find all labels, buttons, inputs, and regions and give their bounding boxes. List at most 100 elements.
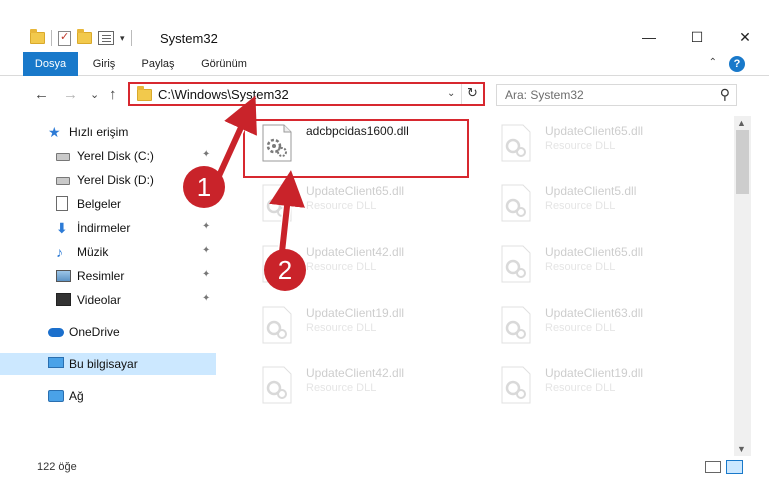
computer-icon	[48, 357, 64, 368]
sidebar-item-label: İndirmeler	[77, 221, 131, 235]
navigation-bar: ← → ⌄ ↑ C:\Windows\System32 ⌄ ↻ Ara: Sys…	[0, 76, 769, 116]
sidebar-item-network[interactable]: Ağ	[0, 385, 216, 407]
sidebar-item-label: Ağ	[69, 389, 84, 403]
sidebar-item-local-disk-c[interactable]: Yerel Disk (C:) ✦	[0, 145, 216, 167]
pin-icon[interactable]: ✦	[202, 293, 210, 304]
sidebar-item-label: Bu bilgisayar	[69, 357, 138, 371]
network-icon	[48, 390, 64, 402]
new-folder-icon[interactable]	[77, 29, 92, 44]
toolbar-separator	[130, 30, 132, 46]
file-type: Resource DLL	[306, 322, 377, 334]
quick-access-toolbar: ▾	[30, 27, 132, 49]
search-input[interactable]: Ara: System32 ⚲	[496, 84, 737, 106]
tab-dosya[interactable]: Dosya	[23, 52, 78, 76]
chevron-down-icon[interactable]: ⌄	[447, 88, 455, 99]
file-item[interactable]: UpdateClient63.dll Resource DLL	[481, 298, 711, 348]
sidebar-item-quick-access[interactable]: ★ Hızlı erişim	[0, 121, 216, 143]
drive-icon	[56, 153, 70, 161]
file-name: UpdateClient19.dll	[545, 366, 644, 380]
folder-icon	[137, 86, 152, 101]
folder-icon	[30, 29, 45, 44]
dll-file-icon	[501, 124, 531, 162]
file-item[interactable]: UpdateClient5.dll Resource DLL	[481, 176, 711, 226]
scrollbar-thumb[interactable]	[736, 130, 749, 194]
file-item[interactable]: UpdateClient42.dll Resource DLL	[242, 358, 472, 408]
help-icon[interactable]: ?	[729, 56, 745, 72]
close-button[interactable]: ✕	[721, 22, 769, 52]
pin-icon[interactable]: ✦	[202, 269, 210, 280]
forward-button[interactable]: →	[63, 86, 78, 103]
navigation-pane: ★ Hızlı erişim Yerel Disk (C:) ✦ Yerel D…	[0, 116, 218, 456]
dll-file-icon	[501, 306, 531, 344]
properties-icon[interactable]	[58, 30, 71, 46]
file-type: Resource DLL	[545, 261, 616, 273]
details-view-icon[interactable]	[705, 461, 721, 473]
sidebar-item-label: Hızlı erişim	[69, 125, 129, 139]
file-name: UpdateClient65.dll	[545, 124, 644, 138]
scroll-down-icon[interactable]: ▼	[737, 444, 746, 454]
file-type: Resource DLL	[545, 322, 616, 334]
sidebar-item-label: Müzik	[77, 245, 109, 259]
sidebar-item-label: Yerel Disk (C:)	[77, 149, 154, 163]
title-bar: ▾ System32 — ☐ ✕	[0, 0, 769, 52]
sidebar-item-videos[interactable]: Videolar ✦	[0, 289, 216, 311]
recent-locations-button[interactable]: ⌄	[90, 88, 99, 101]
customize-toolbar-icon[interactable]: ▾	[120, 33, 125, 44]
address-separator	[461, 84, 462, 104]
pin-icon[interactable]: ✦	[202, 221, 210, 232]
search-icon[interactable]: ⚲	[720, 86, 730, 103]
toolbar-separator	[51, 30, 52, 46]
pin-icon[interactable]: ✦	[202, 149, 210, 160]
drive-icon	[56, 177, 70, 185]
address-bar[interactable]: C:\Windows\System32 ⌄ ↻	[128, 82, 485, 106]
chevron-up-icon[interactable]: ⌃	[709, 57, 717, 68]
sidebar-item-label: Yerel Disk (D:)	[77, 173, 154, 187]
file-type: Resource DLL	[545, 200, 616, 212]
file-highlight-box	[243, 119, 469, 178]
music-icon: ♪	[56, 244, 63, 260]
back-button[interactable]: ←	[34, 86, 49, 103]
status-bar: 122 öğe	[0, 456, 769, 478]
file-item[interactable]: UpdateClient65.dll Resource DLL	[242, 176, 472, 226]
file-item[interactable]: UpdateClient19.dll Resource DLL	[481, 358, 711, 408]
sidebar-item-onedrive[interactable]: OneDrive	[0, 321, 216, 343]
document-icon	[56, 196, 68, 211]
ribbon-tabs: Dosya Giriş Paylaş Görünüm ⌃ ?	[0, 52, 769, 76]
sidebar-item-pictures[interactable]: Resimler ✦	[0, 265, 216, 287]
file-name: UpdateClient42.dll	[306, 245, 405, 259]
dll-file-icon	[501, 184, 531, 222]
sidebar-item-downloads[interactable]: ⬇ İndirmeler ✦	[0, 217, 216, 239]
sidebar-item-label: Resimler	[77, 269, 125, 283]
tab-gorunum[interactable]: Görünüm	[194, 52, 254, 76]
dll-file-icon	[501, 245, 531, 283]
scroll-up-icon[interactable]: ▲	[737, 118, 746, 128]
tab-paylas[interactable]: Paylaş	[134, 52, 182, 76]
cloud-icon	[48, 328, 64, 337]
file-name: UpdateClient65.dll	[306, 184, 405, 198]
dll-file-icon	[262, 366, 292, 404]
file-name: UpdateClient5.dll	[545, 184, 637, 198]
file-type: Resource DLL	[306, 261, 377, 273]
vertical-scrollbar[interactable]: ▲ ▼	[734, 116, 751, 456]
large-icons-view-icon[interactable]	[726, 460, 743, 474]
file-item[interactable]: UpdateClient65.dll Resource DLL	[481, 116, 711, 166]
up-button[interactable]: ↑	[109, 86, 117, 103]
view-icon[interactable]	[98, 31, 114, 45]
dll-file-icon	[262, 184, 292, 222]
minimize-button[interactable]: —	[625, 22, 673, 52]
sidebar-item-label: Videolar	[77, 293, 121, 307]
step-2-badge: 2	[264, 249, 306, 291]
maximize-button[interactable]: ☐	[673, 22, 721, 52]
sidebar-item-documents[interactable]: Belgeler ✦	[0, 193, 216, 215]
address-path[interactable]: C:\Windows\System32	[158, 87, 289, 102]
file-item[interactable]: UpdateClient19.dll Resource DLL	[242, 298, 472, 348]
window-controls: — ☐ ✕	[625, 22, 769, 52]
file-item[interactable]: UpdateClient65.dll Resource DLL	[481, 237, 711, 287]
tab-giris[interactable]: Giriş	[84, 52, 124, 76]
file-name: UpdateClient42.dll	[306, 366, 405, 380]
sidebar-item-this-pc[interactable]: Bu bilgisayar	[0, 353, 216, 375]
refresh-icon[interactable]: ↻	[467, 85, 478, 101]
sidebar-item-label: OneDrive	[69, 325, 120, 339]
sidebar-item-music[interactable]: ♪ Müzik ✦	[0, 241, 216, 263]
pin-icon[interactable]: ✦	[202, 245, 210, 256]
